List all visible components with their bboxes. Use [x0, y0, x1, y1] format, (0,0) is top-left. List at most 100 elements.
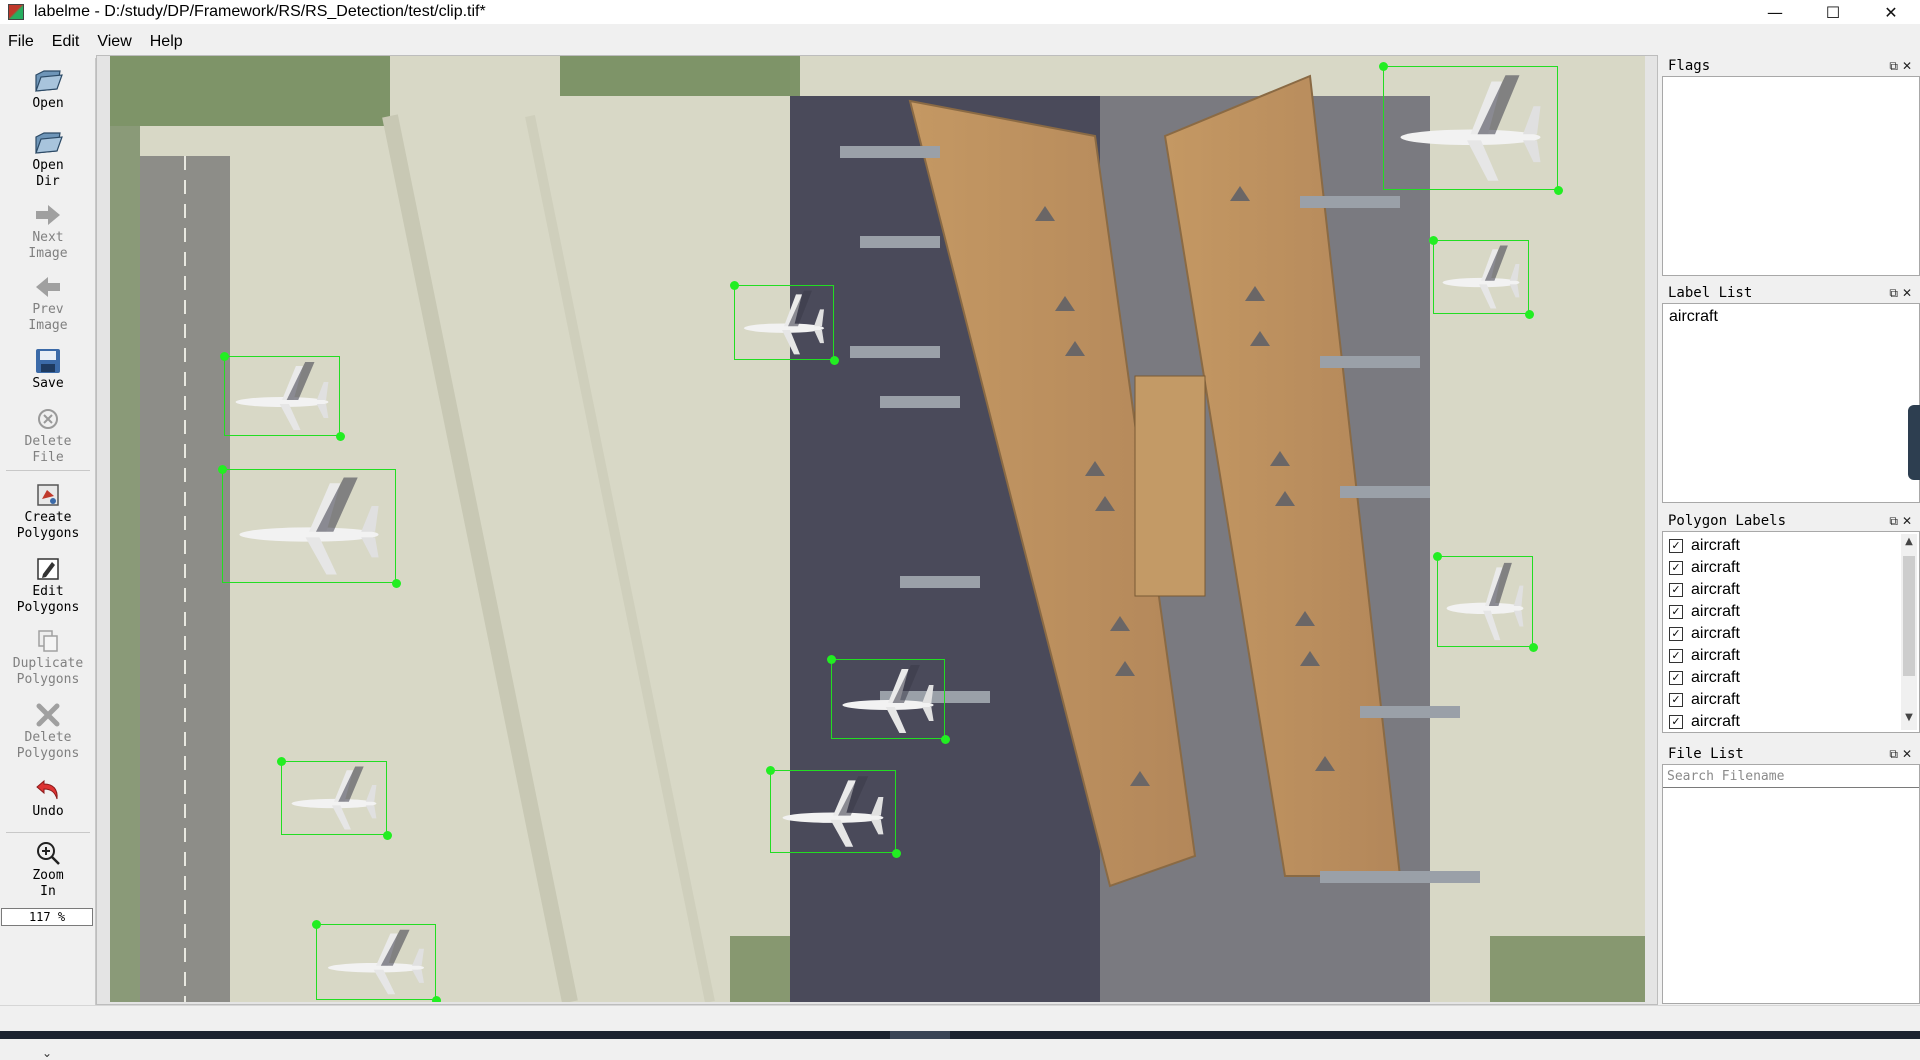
polygon-label-row[interactable]: ✓ aircraft — [1663, 645, 1919, 667]
delete-file-button[interactable]: Delete File — [0, 404, 96, 466]
polygon-visibility-checkbox[interactable]: ✓ — [1669, 649, 1683, 663]
menu-help[interactable]: Help — [142, 33, 193, 51]
aircraft-bounding-box[interactable] — [734, 285, 834, 360]
aircraft-bounding-box[interactable] — [1383, 66, 1558, 190]
scroll-up-icon[interactable]: ▲ — [1901, 536, 1917, 552]
maximize-icon[interactable]: ☐ — [1804, 0, 1862, 24]
polygon-label-row[interactable]: ✓ aircraft — [1663, 535, 1919, 557]
scroll-down-icon[interactable]: ▼ — [1901, 712, 1917, 728]
open-dir-button[interactable]: Open Dir — [0, 128, 96, 190]
aircraft-bounding-box[interactable] — [831, 659, 945, 739]
title-bar: labelme - D:/study/DP/Framework/RS/RS_De… — [0, 0, 1920, 24]
polygon-label-text: aircraft — [1691, 647, 1740, 664]
aircraft-bounding-box[interactable] — [1433, 240, 1529, 314]
dock-float-close-icons[interactable]: ⧉✕ — [1889, 286, 1916, 301]
dock-float-close-icons[interactable]: ⧉✕ — [1889, 514, 1916, 529]
aircraft-bounding-box[interactable] — [1437, 556, 1533, 647]
polygon-label-row[interactable]: ✓ aircraft — [1663, 667, 1919, 689]
delete-polygons-button[interactable]: Delete Polygons — [0, 700, 96, 762]
zoom-level-input[interactable]: 117 % — [1, 908, 93, 926]
dock-float-close-icons[interactable]: ⧉✕ — [1889, 747, 1916, 762]
polygon-vertex-handle[interactable] — [432, 996, 441, 1002]
polygon-vertex-handle[interactable] — [1529, 643, 1538, 652]
flags-list[interactable] — [1662, 76, 1920, 276]
polygon-list-scrollbar[interactable]: ▲ ▼ — [1901, 534, 1917, 730]
polygon-vertex-handle[interactable] — [830, 356, 839, 365]
polygon-label-row[interactable]: ✓ aircraft — [1663, 579, 1919, 601]
dock-float-close-icons[interactable]: ⧉✕ — [1889, 59, 1916, 74]
polygon-label-row[interactable]: ✓ aircraft — [1663, 623, 1919, 645]
close-icon[interactable]: ✕ — [1862, 0, 1920, 24]
aircraft-bounding-box[interactable] — [770, 770, 896, 853]
polygon-vertex-handle[interactable] — [730, 281, 739, 290]
polygon-vertex-handle[interactable] — [392, 579, 401, 588]
side-handle[interactable] — [1908, 405, 1920, 480]
prev-image-button[interactable]: Prev Image — [0, 272, 96, 334]
polygon-vertex-handle[interactable] — [1525, 310, 1534, 319]
menu-file[interactable]: File — [0, 33, 44, 51]
open-button[interactable]: Open — [0, 66, 96, 112]
polygon-label-row[interactable]: ✓ aircraft — [1663, 689, 1919, 711]
polygon-vertex-handle[interactable] — [383, 831, 392, 840]
polygon-label-row[interactable]: ✓ aircraft — [1663, 711, 1919, 732]
taskbar-active-app[interactable] — [890, 1031, 950, 1039]
polygon-vertex-handle[interactable] — [312, 920, 321, 929]
open-label: Open — [32, 96, 64, 111]
polygon-visibility-checkbox[interactable]: ✓ — [1669, 605, 1683, 619]
polygon-label-row[interactable]: ✓ aircraft — [1663, 557, 1919, 579]
file-list[interactable] — [1662, 764, 1920, 1004]
polygon-label-text: aircraft — [1691, 691, 1740, 708]
window-controls: — ☐ ✕ — [1746, 0, 1920, 24]
file-list-title: File List — [1668, 746, 1744, 762]
edit-polygons-button[interactable]: Edit Polygons — [0, 554, 96, 616]
polygon-vertex-handle[interactable] — [1429, 236, 1438, 245]
polygon-vertex-handle[interactable] — [218, 465, 227, 474]
polygon-visibility-checkbox[interactable]: ✓ — [1669, 539, 1683, 553]
polygon-vertex-handle[interactable] — [1554, 186, 1563, 195]
duplicate-polygons-button[interactable]: Duplicate Polygons — [0, 626, 96, 688]
polygon-visibility-checkbox[interactable]: ✓ — [1669, 583, 1683, 597]
aircraft-bounding-box[interactable] — [281, 761, 387, 835]
minimize-icon[interactable]: — — [1746, 0, 1804, 24]
polygon-label-text: aircraft — [1691, 581, 1740, 598]
open-dir-label: Open Dir — [32, 158, 64, 189]
zoom-in-button[interactable]: Zoom In — [0, 838, 96, 900]
polygon-visibility-checkbox[interactable]: ✓ — [1669, 693, 1683, 707]
polygon-visibility-checkbox[interactable]: ✓ — [1669, 671, 1683, 685]
menu-edit[interactable]: Edit — [44, 33, 90, 51]
scroll-thumb[interactable] — [1903, 556, 1915, 676]
aircraft-bounding-box[interactable] — [224, 356, 340, 436]
undo-button[interactable]: Undo — [0, 774, 96, 820]
undo-icon — [33, 774, 63, 804]
create-polygons-button[interactable]: Create Polygons — [0, 480, 96, 542]
polygon-visibility-checkbox[interactable]: ✓ — [1669, 561, 1683, 575]
next-image-button[interactable]: Next Image — [0, 200, 96, 262]
polygon-visibility-checkbox[interactable]: ✓ — [1669, 715, 1683, 729]
save-button[interactable]: Save — [0, 346, 96, 392]
polygon-vertex-handle[interactable] — [892, 849, 901, 858]
arrow-left-icon — [33, 272, 63, 302]
polygon-vertex-handle[interactable] — [1379, 62, 1388, 71]
polygon-vertex-handle[interactable] — [277, 757, 286, 766]
polygon-visibility-checkbox[interactable]: ✓ — [1669, 627, 1683, 641]
label-list-item[interactable]: aircraft — [1663, 304, 1919, 330]
aircraft-bounding-box[interactable] — [222, 469, 396, 583]
toolbar-more-icon[interactable]: ⌄ — [42, 1046, 52, 1060]
menu-view[interactable]: View — [89, 33, 141, 51]
polygon-vertex-handle[interactable] — [1433, 552, 1442, 561]
polygon-vertex-handle[interactable] — [941, 735, 950, 744]
image-canvas[interactable] — [110, 56, 1645, 1002]
polygon-vertex-handle[interactable] — [766, 766, 775, 775]
duplicate-polygons-label: Duplicate Polygons — [12, 656, 84, 687]
aircraft-bounding-box[interactable] — [316, 924, 436, 1000]
polygon-vertex-handle[interactable] — [827, 655, 836, 664]
labelme-app-icon — [8, 4, 24, 20]
polygon-labels-list[interactable]: ▲ ▼ ✓ aircraft ✓ aircraft ✓ aircraft ✓ aircraft… — [1662, 531, 1920, 733]
polygon-vertex-handle[interactable] — [220, 352, 229, 361]
menu-bar: File Edit View Help — [0, 29, 1920, 55]
label-list[interactable]: aircraft — [1662, 303, 1920, 503]
polygon-vertex-handle[interactable] — [336, 432, 345, 441]
left-toolbar: Open Open Dir Next Image Prev Image Save… — [0, 58, 96, 1060]
polygon-label-row[interactable]: ✓ aircraft — [1663, 601, 1919, 623]
search-filename-input[interactable] — [1663, 766, 1919, 788]
